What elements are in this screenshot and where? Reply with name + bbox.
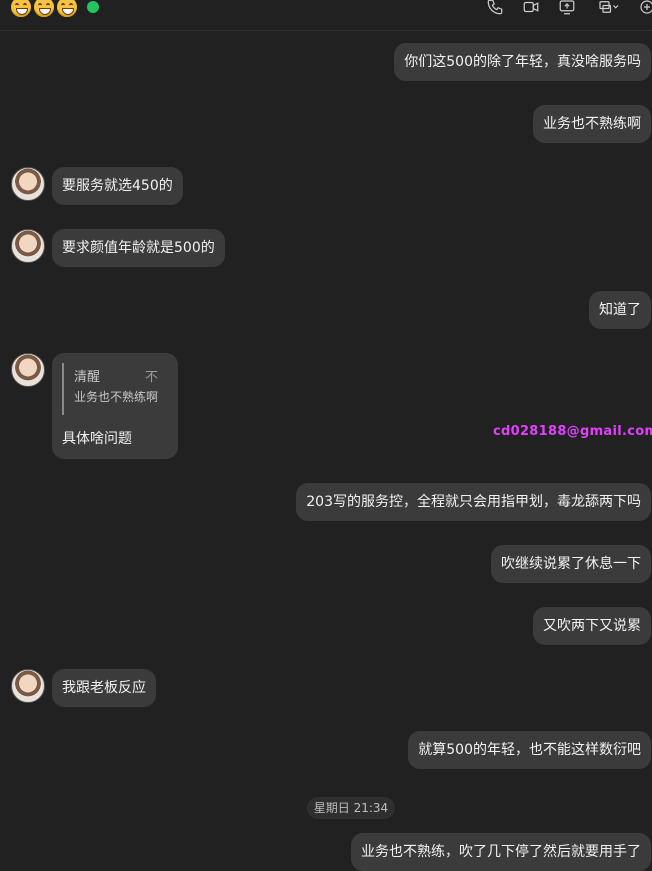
chat-header — [0, 0, 652, 31]
grinning-face-emoji-icon — [11, 0, 31, 17]
quote-bar — [62, 363, 64, 415]
grinning-face-emoji-icon — [57, 0, 77, 17]
layout-switch-icon[interactable] — [594, 0, 624, 18]
reply-text: 具体啥问题 — [62, 431, 132, 447]
message-bubble-sent[interactable]: 又吹两下又说累 — [533, 607, 651, 645]
message-bubble-received[interactable]: 要服务就选450的 — [52, 167, 183, 205]
contact-avatar[interactable] — [11, 229, 45, 263]
video-icon[interactable] — [520, 0, 542, 18]
message-bubble-sent[interactable]: 吹继续说累了休息一下 — [491, 545, 651, 583]
message-bubble-sent[interactable]: 就算500的年轻，也不能这样数衍吧 — [408, 731, 651, 769]
phone-icon[interactable] — [484, 0, 506, 18]
screen-share-icon[interactable] — [556, 0, 578, 18]
contact-avatar[interactable] — [11, 669, 45, 703]
watermark: cd028188@gmail.com — [493, 424, 652, 439]
add-member-icon[interactable] — [636, 0, 652, 18]
contact-avatar[interactable] — [11, 167, 45, 201]
quote-author: 清醒 — [74, 370, 101, 385]
message-bubble-sent[interactable]: 知道了 — [589, 291, 651, 329]
message-bubble-received[interactable]: 我跟老板反应 — [52, 669, 156, 707]
message-bubble-sent[interactable]: 业务也不熟练，吹了几下停了然后就要用手了 — [351, 833, 651, 871]
online-status-indicator — [87, 1, 99, 13]
message-bubble-quoted-reply[interactable]: 清醒 不 业务也不熟练啊 具体啥问题 — [52, 353, 178, 459]
quote-flag: 不 — [145, 370, 159, 385]
message-bubble-sent[interactable]: 业务也不熟练啊 — [533, 105, 651, 143]
contact-avatar[interactable] — [11, 353, 45, 387]
message-bubble-sent[interactable]: 你们这500的除了年轻，真没啥服务吗 — [394, 43, 651, 81]
grinning-face-emoji-icon — [34, 0, 54, 17]
date-divider: 星期日 21:34 — [307, 797, 395, 819]
message-bubble-sent[interactable]: 203写的服务控，全程就只会用指甲划，毒龙舔两下吗 — [296, 483, 651, 521]
message-bubble-received[interactable]: 要求颜值年龄就是500的 — [52, 229, 225, 267]
quote-text: 业务也不熟练啊 — [74, 390, 159, 404]
